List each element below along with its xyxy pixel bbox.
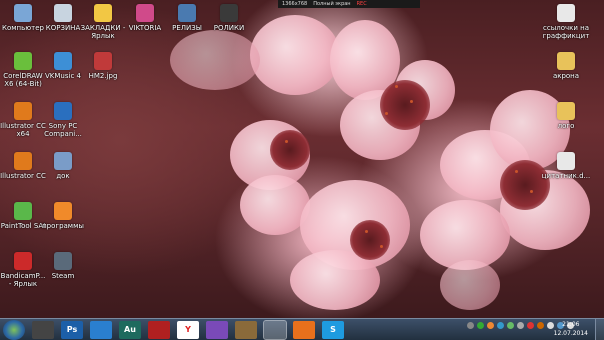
taskbar-teamviewer[interactable] bbox=[90, 320, 112, 339]
audition-icon: Au bbox=[124, 325, 136, 334]
taskbar-visual-studio[interactable] bbox=[206, 320, 228, 339]
text-file-icon bbox=[557, 4, 575, 22]
taskbar-explorer[interactable] bbox=[263, 319, 287, 340]
desktop-icon-releases[interactable]: РЕЛИЗЫ bbox=[164, 4, 210, 32]
illustrator-icon bbox=[14, 102, 32, 120]
app-icon bbox=[136, 4, 154, 22]
desktop-icon-quotes[interactable]: цитатник.d... bbox=[540, 152, 592, 180]
taskbar-photoshop[interactable]: Ps bbox=[61, 320, 83, 339]
resolution-label: 1366x768 bbox=[282, 1, 308, 7]
taskbar-archive[interactable] bbox=[235, 320, 257, 339]
tray-icon[interactable] bbox=[477, 322, 484, 329]
taskbar-firefox[interactable] bbox=[293, 320, 315, 339]
tray-icon[interactable] bbox=[537, 322, 544, 329]
folder-icon bbox=[220, 4, 238, 22]
desktop-icon-steam[interactable]: Steam bbox=[40, 252, 86, 280]
taskbar-audition[interactable]: Au bbox=[119, 320, 141, 339]
desktop-icon-hm2-jpg[interactable]: HM2.jpg bbox=[80, 52, 126, 80]
clock[interactable]: 21:06 12.07.2014 bbox=[554, 320, 588, 338]
taskbar-window-manager[interactable] bbox=[32, 320, 54, 339]
folder-icon bbox=[557, 102, 575, 120]
painttool-icon bbox=[14, 202, 32, 220]
yandex-icon: Y bbox=[185, 325, 191, 334]
taskbar-skype[interactable]: S bbox=[322, 320, 344, 339]
clock-time: 21:06 bbox=[562, 321, 580, 328]
tray-icon[interactable] bbox=[527, 322, 534, 329]
clock-date: 12.07.2014 bbox=[553, 330, 588, 337]
desktop-icon-programs[interactable]: программы bbox=[40, 202, 86, 230]
skype-icon: S bbox=[330, 325, 336, 334]
desktop-icon-sony-pc-companion[interactable]: Sony PC Compani... bbox=[40, 102, 86, 138]
rec-button[interactable]: REC bbox=[357, 0, 367, 8]
tray-icon[interactable] bbox=[467, 322, 474, 329]
taskbar: Ps Au Y S 21:06 12.07.2014 bbox=[0, 318, 604, 340]
tray-icon[interactable] bbox=[497, 322, 504, 329]
sony-icon bbox=[54, 102, 72, 120]
folder-icon bbox=[557, 52, 575, 70]
document-folder-icon bbox=[54, 152, 72, 170]
vkmusic-icon bbox=[54, 52, 72, 70]
desktop[interactable]: 1366x768 Полный экран REC Компьютер КОРЗ… bbox=[0, 0, 604, 318]
image-file-icon bbox=[94, 52, 112, 70]
show-desktop-button[interactable] bbox=[595, 319, 604, 340]
taskbar-pinned-apps: Ps Au Y S bbox=[25, 319, 344, 340]
programs-icon bbox=[54, 202, 72, 220]
desktop-icon-docs[interactable]: док bbox=[40, 152, 86, 180]
recycle-bin-icon bbox=[54, 4, 72, 22]
computer-icon bbox=[14, 4, 32, 22]
bandicam-icon bbox=[14, 252, 32, 270]
photoshop-icon: Ps bbox=[66, 325, 78, 334]
text-file-icon bbox=[557, 152, 575, 170]
taskbar-yandex[interactable]: Y bbox=[177, 320, 199, 339]
recorder-toolbar[interactable]: 1366x768 Полный экран REC bbox=[278, 0, 420, 8]
tray-icon[interactable] bbox=[517, 322, 524, 329]
desktop-icon-bookmarks[interactable]: ЗАКЛАДКИ - Ярлык bbox=[80, 4, 126, 40]
desktop-icon-akrona[interactable]: акрона bbox=[540, 52, 592, 80]
coreldraw-icon bbox=[14, 52, 32, 70]
tray-icon[interactable] bbox=[487, 322, 494, 329]
capture-mode-label[interactable]: Полный экран bbox=[313, 0, 350, 8]
desktop-icon-links-txt[interactable]: ссылочки на граффикцит bbox=[540, 4, 592, 40]
illustrator-icon bbox=[14, 152, 32, 170]
tray-icon[interactable] bbox=[507, 322, 514, 329]
start-button[interactable] bbox=[3, 319, 25, 340]
desktop-icon-viktoria[interactable]: VIKTORIA bbox=[122, 4, 168, 32]
desktop-icon-logo[interactable]: лого bbox=[540, 102, 592, 130]
desktop-icon-videos[interactable]: РОЛИКИ bbox=[206, 4, 252, 32]
star-icon bbox=[94, 4, 112, 22]
folder-icon bbox=[178, 4, 196, 22]
taskbar-record[interactable] bbox=[148, 320, 170, 339]
steam-icon bbox=[54, 252, 72, 270]
